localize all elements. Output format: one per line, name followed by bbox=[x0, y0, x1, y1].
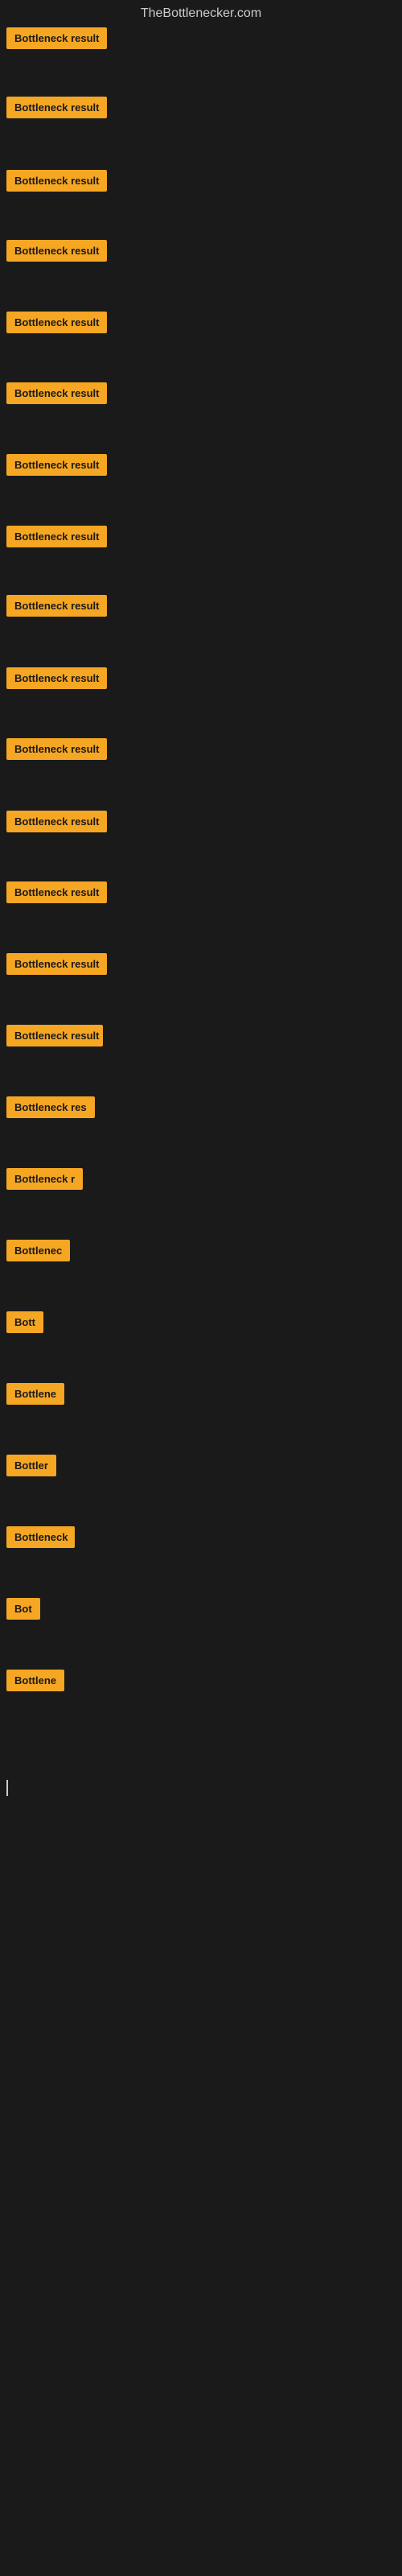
bottleneck-item-24: Bottlene bbox=[6, 1670, 64, 1691]
bottleneck-item-10: Bottleneck result bbox=[6, 667, 107, 689]
bottleneck-item-3: Bottleneck result bbox=[6, 170, 107, 192]
bottleneck-item-21: Bottler bbox=[6, 1455, 56, 1476]
bottleneck-items-container: Bottleneck result Bottleneck result Bottle… bbox=[0, 27, 402, 1764]
bottleneck-item-15: Bottleneck result bbox=[6, 1025, 103, 1046]
cursor-line bbox=[6, 1780, 8, 1796]
bottleneck-item-16: Bottleneck res bbox=[6, 1096, 95, 1118]
bottleneck-item-14: Bottleneck result bbox=[6, 953, 107, 975]
bottleneck-item-23: Bot bbox=[6, 1598, 40, 1620]
bottleneck-item-11: Bottleneck result bbox=[6, 738, 107, 760]
bottleneck-item-8: Bottleneck result bbox=[6, 526, 107, 547]
bottleneck-item-22: Bottleneck bbox=[6, 1526, 75, 1548]
bottleneck-item-2: Bottleneck result bbox=[6, 97, 107, 118]
bottleneck-item-12: Bottleneck result bbox=[6, 811, 107, 832]
bottleneck-item-7: Bottleneck result bbox=[6, 454, 107, 476]
bottleneck-item-1: Bottleneck result bbox=[6, 27, 107, 49]
cursor-area bbox=[0, 1780, 402, 2263]
bottleneck-item-6: Bottleneck result bbox=[6, 382, 107, 404]
bottleneck-item-17: Bottleneck r bbox=[6, 1168, 83, 1190]
bottleneck-item-20: Bottlene bbox=[6, 1383, 64, 1405]
bottleneck-item-9: Bottleneck result bbox=[6, 595, 107, 617]
bottleneck-item-5: Bottleneck result bbox=[6, 312, 107, 333]
bottleneck-item-4: Bottleneck result bbox=[6, 240, 107, 262]
bottleneck-item-13: Bottleneck result bbox=[6, 881, 107, 903]
bottleneck-item-19: Bott bbox=[6, 1311, 43, 1333]
site-title: TheBottlenecker.com bbox=[0, 0, 402, 27]
bottleneck-item-18: Bottlenec bbox=[6, 1240, 70, 1261]
